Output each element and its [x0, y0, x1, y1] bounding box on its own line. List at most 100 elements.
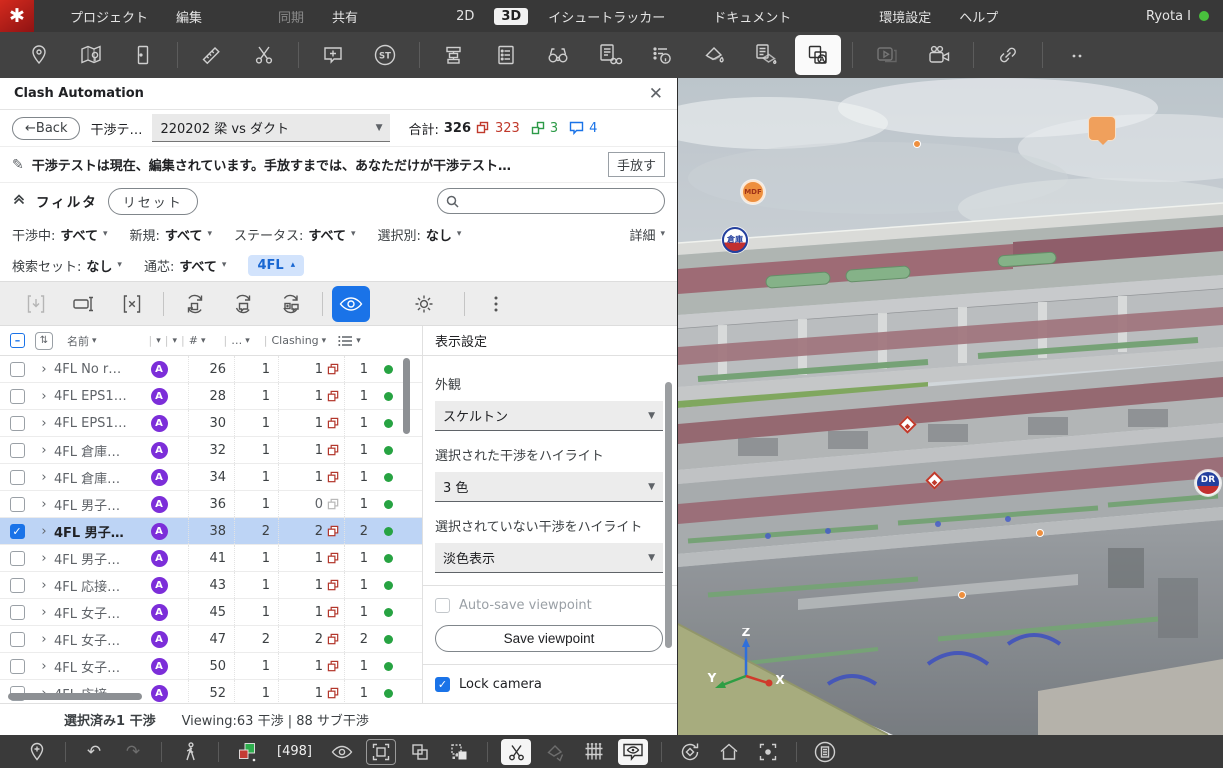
clash-table-row[interactable]: › 4FL 倉庫… A 34 1 1 1: [0, 464, 422, 491]
walk-mode-icon[interactable]: [175, 739, 205, 765]
row-expand-icon[interactable]: ›: [34, 497, 54, 512]
focus-selection-icon[interactable]: [753, 739, 783, 765]
row-expand-icon[interactable]: ›: [34, 470, 54, 485]
clash-table-row[interactable]: › 4FL 女子… A 50 1 1 1: [0, 653, 422, 680]
row-expand-icon[interactable]: ›: [34, 524, 54, 539]
row-checkbox[interactable]: [10, 470, 25, 485]
filter-new[interactable]: 新規:すべて▾: [130, 225, 213, 244]
clash-table-row[interactable]: › 4FL 男子… A 41 1 1 1: [0, 545, 422, 572]
appearance-override-icon[interactable]: [743, 35, 789, 75]
row-checkbox[interactable]: [10, 632, 25, 647]
issue-visibility-icon[interactable]: [618, 739, 648, 765]
menu-edit[interactable]: 編集: [162, 7, 216, 26]
section-box-icon[interactable]: [366, 739, 396, 765]
row-expand-icon[interactable]: ›: [34, 389, 54, 404]
list-info-icon[interactable]: [639, 35, 685, 75]
clash-table-row[interactable]: › 4FL 倉庫… A 32 1 1 1: [0, 437, 422, 464]
col-name[interactable]: 名前▾: [67, 333, 97, 349]
small-issue-dot[interactable]: [1036, 529, 1044, 537]
menu-preferences[interactable]: 環境設定: [865, 7, 945, 26]
row-expand-icon[interactable]: ›: [34, 416, 54, 431]
clash-table-row[interactable]: › 4FL No r… A 26 1 1 1: [0, 356, 422, 383]
filter-clashing[interactable]: 干渉中:すべて▾: [12, 225, 108, 244]
clipboard-list-icon[interactable]: [483, 35, 529, 75]
issue-bubble-marker[interactable]: [1088, 116, 1116, 141]
menu-project[interactable]: プロジェクト: [56, 7, 162, 26]
sheet-map-icon[interactable]: [68, 35, 114, 75]
clash-test-select[interactable]: 220202 梁 vs ダクト▼: [152, 114, 390, 142]
col-extra[interactable]: ▾: [173, 336, 178, 346]
small-issue-dot[interactable]: [913, 140, 921, 148]
filter-chip-4fl[interactable]: 4FL▴: [248, 255, 304, 276]
paint-bucket-icon[interactable]: [691, 35, 737, 75]
link-icon[interactable]: [985, 35, 1031, 75]
menu-share[interactable]: 共有: [318, 7, 372, 26]
row-expand-icon[interactable]: ›: [34, 443, 54, 458]
hide-selected-icon[interactable]: [444, 739, 474, 765]
col-badge[interactable]: ▾: [156, 336, 161, 346]
selected-highlight-select[interactable]: 3 色▼: [435, 472, 663, 502]
filter-status[interactable]: ステータス:すべて▾: [234, 225, 356, 244]
row-checkbox[interactable]: ✓: [10, 524, 25, 539]
row-checkbox[interactable]: [10, 578, 25, 593]
stamp-room-marker[interactable]: 倉庫: [722, 227, 748, 253]
comment-add-icon[interactable]: [310, 35, 356, 75]
undo-icon[interactable]: ↶: [79, 739, 109, 765]
row-checkbox[interactable]: [10, 659, 25, 674]
clash-table-row[interactable]: › 4FL 男子… A 36 1 0 1: [0, 491, 422, 518]
small-issue-dot[interactable]: [958, 591, 966, 599]
home-view-icon[interactable]: [714, 739, 744, 765]
refresh-clashes-icon[interactable]: [173, 286, 217, 322]
clip-scissors-icon[interactable]: [241, 35, 287, 75]
search-input[interactable]: [437, 188, 665, 214]
visibility-eye-icon[interactable]: [327, 739, 357, 765]
clear-group-icon[interactable]: [110, 286, 154, 322]
overlap-auto-icon[interactable]: A: [795, 35, 841, 75]
clash-table-row[interactable]: › 4FL 女子… A 47 2 2 2: [0, 626, 422, 653]
clash-table-row[interactable]: › 4FL EPS1… A 28 1 1 1: [0, 383, 422, 410]
col-open[interactable]: …▾: [231, 334, 250, 347]
table-horizontal-scrollbar[interactable]: [8, 693, 142, 700]
refresh-add-issue-icon[interactable]: [269, 286, 313, 322]
add-pin-icon[interactable]: [22, 739, 52, 765]
col-status-icon[interactable]: ▾: [338, 335, 361, 347]
select-all-checkbox[interactable]: –: [10, 333, 25, 348]
issue-pin-icon[interactable]: [16, 35, 62, 75]
close-icon[interactable]: ✕: [649, 84, 663, 104]
stamp-st-icon[interactable]: ST: [362, 35, 408, 75]
sort-toggle[interactable]: ⇅: [35, 332, 53, 350]
back-button[interactable]: ←Back: [12, 117, 80, 140]
row-checkbox[interactable]: [10, 362, 25, 377]
row-checkbox[interactable]: [10, 497, 25, 512]
rename-icon[interactable]: [62, 286, 106, 322]
row-expand-icon[interactable]: ›: [34, 551, 54, 566]
display-panel-scrollbar[interactable]: [665, 382, 672, 648]
clash-table-row[interactable]: ✓ › 4FL 男子… A 38 2 2 2: [0, 518, 422, 545]
ruler-icon[interactable]: [189, 35, 235, 75]
more-icon[interactable]: [1054, 35, 1100, 75]
release-button[interactable]: 手放す: [608, 152, 665, 177]
filter-reset-button[interactable]: リセット: [108, 188, 198, 215]
section-planes-icon[interactable]: [431, 35, 477, 75]
row-checkbox[interactable]: [10, 389, 25, 404]
row-expand-icon[interactable]: ›: [34, 632, 54, 647]
stamp-dr-marker[interactable]: DR: [1195, 470, 1221, 496]
grid-lines-icon[interactable]: [579, 739, 609, 765]
menu-help[interactable]: ヘルプ: [945, 7, 1012, 26]
menu-2d[interactable]: 2D: [442, 9, 488, 24]
autosave-viewpoint-checkbox[interactable]: Auto-save viewpoint: [435, 598, 663, 613]
clash-table-row[interactable]: › 4FL 応接… A 43 1 1 1: [0, 572, 422, 599]
row-expand-icon[interactable]: ›: [34, 362, 54, 377]
row-expand-icon[interactable]: ›: [34, 578, 54, 593]
settings-gear-icon[interactable]: [402, 286, 446, 322]
stamp-mdf-marker[interactable]: MDF: [741, 180, 765, 204]
table-vertical-scrollbar[interactable]: [403, 358, 410, 434]
lock-camera-checkbox[interactable]: ✓Lock camera: [435, 677, 663, 692]
filter-grid-line[interactable]: 通芯:すべて▾: [144, 256, 227, 275]
filter-advanced[interactable]: 詳細▾: [629, 225, 665, 244]
clip-planes-icon[interactable]: [501, 739, 531, 765]
clash-table-row[interactable]: › 4FL EPS1… A 30 1 1 1: [0, 410, 422, 437]
reset-view-icon[interactable]: [675, 739, 705, 765]
unselected-highlight-select[interactable]: 淡色表示▼: [435, 543, 663, 573]
row-checkbox[interactable]: [10, 416, 25, 431]
